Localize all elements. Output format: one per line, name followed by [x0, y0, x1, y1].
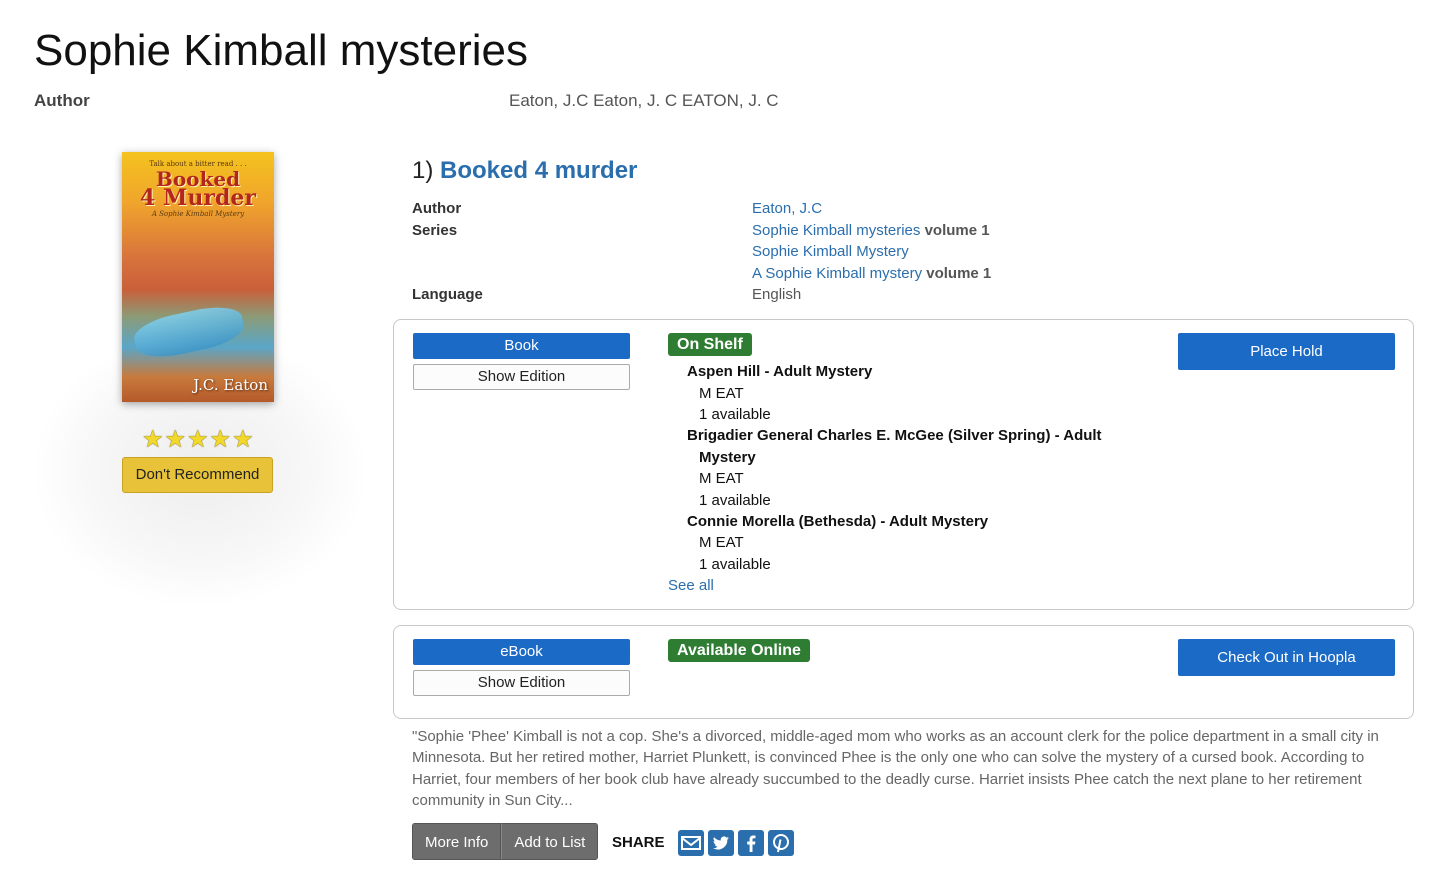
- availability-count: 1 available: [699, 492, 771, 509]
- book-description: "Sophie 'Phee' Kimball is not a cop. She…: [412, 728, 1379, 810]
- series-link[interactable]: Sophie Kimball mysteries: [752, 222, 920, 239]
- star-icon[interactable]: ★: [142, 428, 164, 452]
- format-panel-book: Book Show Edition On Shelf Place Hold As…: [393, 319, 1414, 610]
- series-link[interactable]: Sophie Kimball Mystery: [752, 243, 909, 260]
- book-number: 1): [412, 157, 434, 184]
- call-number: M EAT: [699, 534, 744, 551]
- book-cover[interactable]: Talk about a bitter read . . . Booked 4 …: [122, 152, 274, 402]
- series-volume: volume 1: [924, 222, 990, 239]
- twitter-icon[interactable]: [708, 830, 734, 856]
- author-link[interactable]: Eaton, J.C: [752, 200, 822, 217]
- author-label: Author: [412, 200, 462, 217]
- pinterest-icon[interactable]: [768, 830, 794, 856]
- language-value: English: [752, 286, 802, 303]
- series-authors: Eaton, J.C Eaton, J. C EATON, J. C: [509, 91, 779, 110]
- star-icon[interactable]: ★: [165, 428, 187, 452]
- more-info-button[interactable]: More Info: [412, 823, 502, 860]
- format-button-book[interactable]: Book: [413, 333, 630, 359]
- see-all-link[interactable]: See all: [668, 577, 714, 594]
- share-label: SHARE: [612, 834, 665, 851]
- series-volume: volume 1: [926, 265, 992, 282]
- format-panel-ebook: eBook Show Edition Available Online Chec…: [393, 625, 1414, 719]
- series-entry: Sophie Kimball mysteries volume 1: [752, 222, 990, 239]
- series-author-label: Author: [34, 91, 90, 110]
- series-label: Series: [412, 222, 458, 239]
- show-edition-button[interactable]: Show Edition: [413, 670, 630, 696]
- cover-title-line2: 4 Murder: [140, 185, 256, 211]
- star-rating[interactable]: ★ ★ ★ ★ ★: [142, 428, 254, 452]
- series-entry: A Sophie Kimball mystery volume 1: [752, 265, 991, 282]
- cover-author: J.C. Eaton: [193, 376, 268, 394]
- action-button-group: More Info Add to List: [412, 823, 599, 860]
- facebook-icon[interactable]: [738, 830, 764, 856]
- page-title: Sophie Kimball mysteries: [34, 26, 528, 75]
- book-title-link[interactable]: Booked 4 murder: [440, 157, 637, 184]
- call-number: M EAT: [699, 385, 744, 402]
- location-name-cont: Mystery: [699, 449, 756, 466]
- cover-subtitle: A Sophie Kimball Mystery: [151, 210, 245, 218]
- star-icon[interactable]: ★: [187, 428, 209, 452]
- availability-count: 1 available: [699, 556, 771, 573]
- language-label: Language: [412, 286, 483, 303]
- format-button-ebook[interactable]: eBook: [413, 639, 630, 665]
- cover-pool-illustration: [131, 301, 247, 363]
- status-badge: Available Online: [668, 639, 810, 662]
- dont-recommend-button[interactable]: Don't Recommend: [122, 457, 273, 493]
- series-link[interactable]: A Sophie Kimball mystery: [752, 265, 922, 282]
- location-name: Connie Morella (Bethesda) - Adult Myster…: [687, 513, 989, 530]
- call-number: M EAT: [699, 470, 744, 487]
- availability-count: 1 available: [699, 406, 771, 423]
- email-icon[interactable]: [678, 830, 704, 856]
- series-entry: Sophie Kimball Mystery: [752, 243, 909, 260]
- place-hold-button[interactable]: Place Hold: [1178, 333, 1395, 370]
- location-name: Aspen Hill - Adult Mystery: [687, 363, 873, 380]
- star-icon[interactable]: ★: [232, 428, 254, 452]
- check-out-hoopla-button[interactable]: Check Out in Hoopla: [1178, 639, 1395, 676]
- location-name: Brigadier General Charles E. McGee (Silv…: [687, 427, 1102, 444]
- star-icon[interactable]: ★: [210, 428, 232, 452]
- add-to-list-button[interactable]: Add to List: [501, 823, 599, 860]
- status-badge: On Shelf: [668, 333, 752, 356]
- show-edition-button[interactable]: Show Edition: [413, 364, 630, 390]
- book-heading: 1) Booked 4 murder: [412, 157, 637, 185]
